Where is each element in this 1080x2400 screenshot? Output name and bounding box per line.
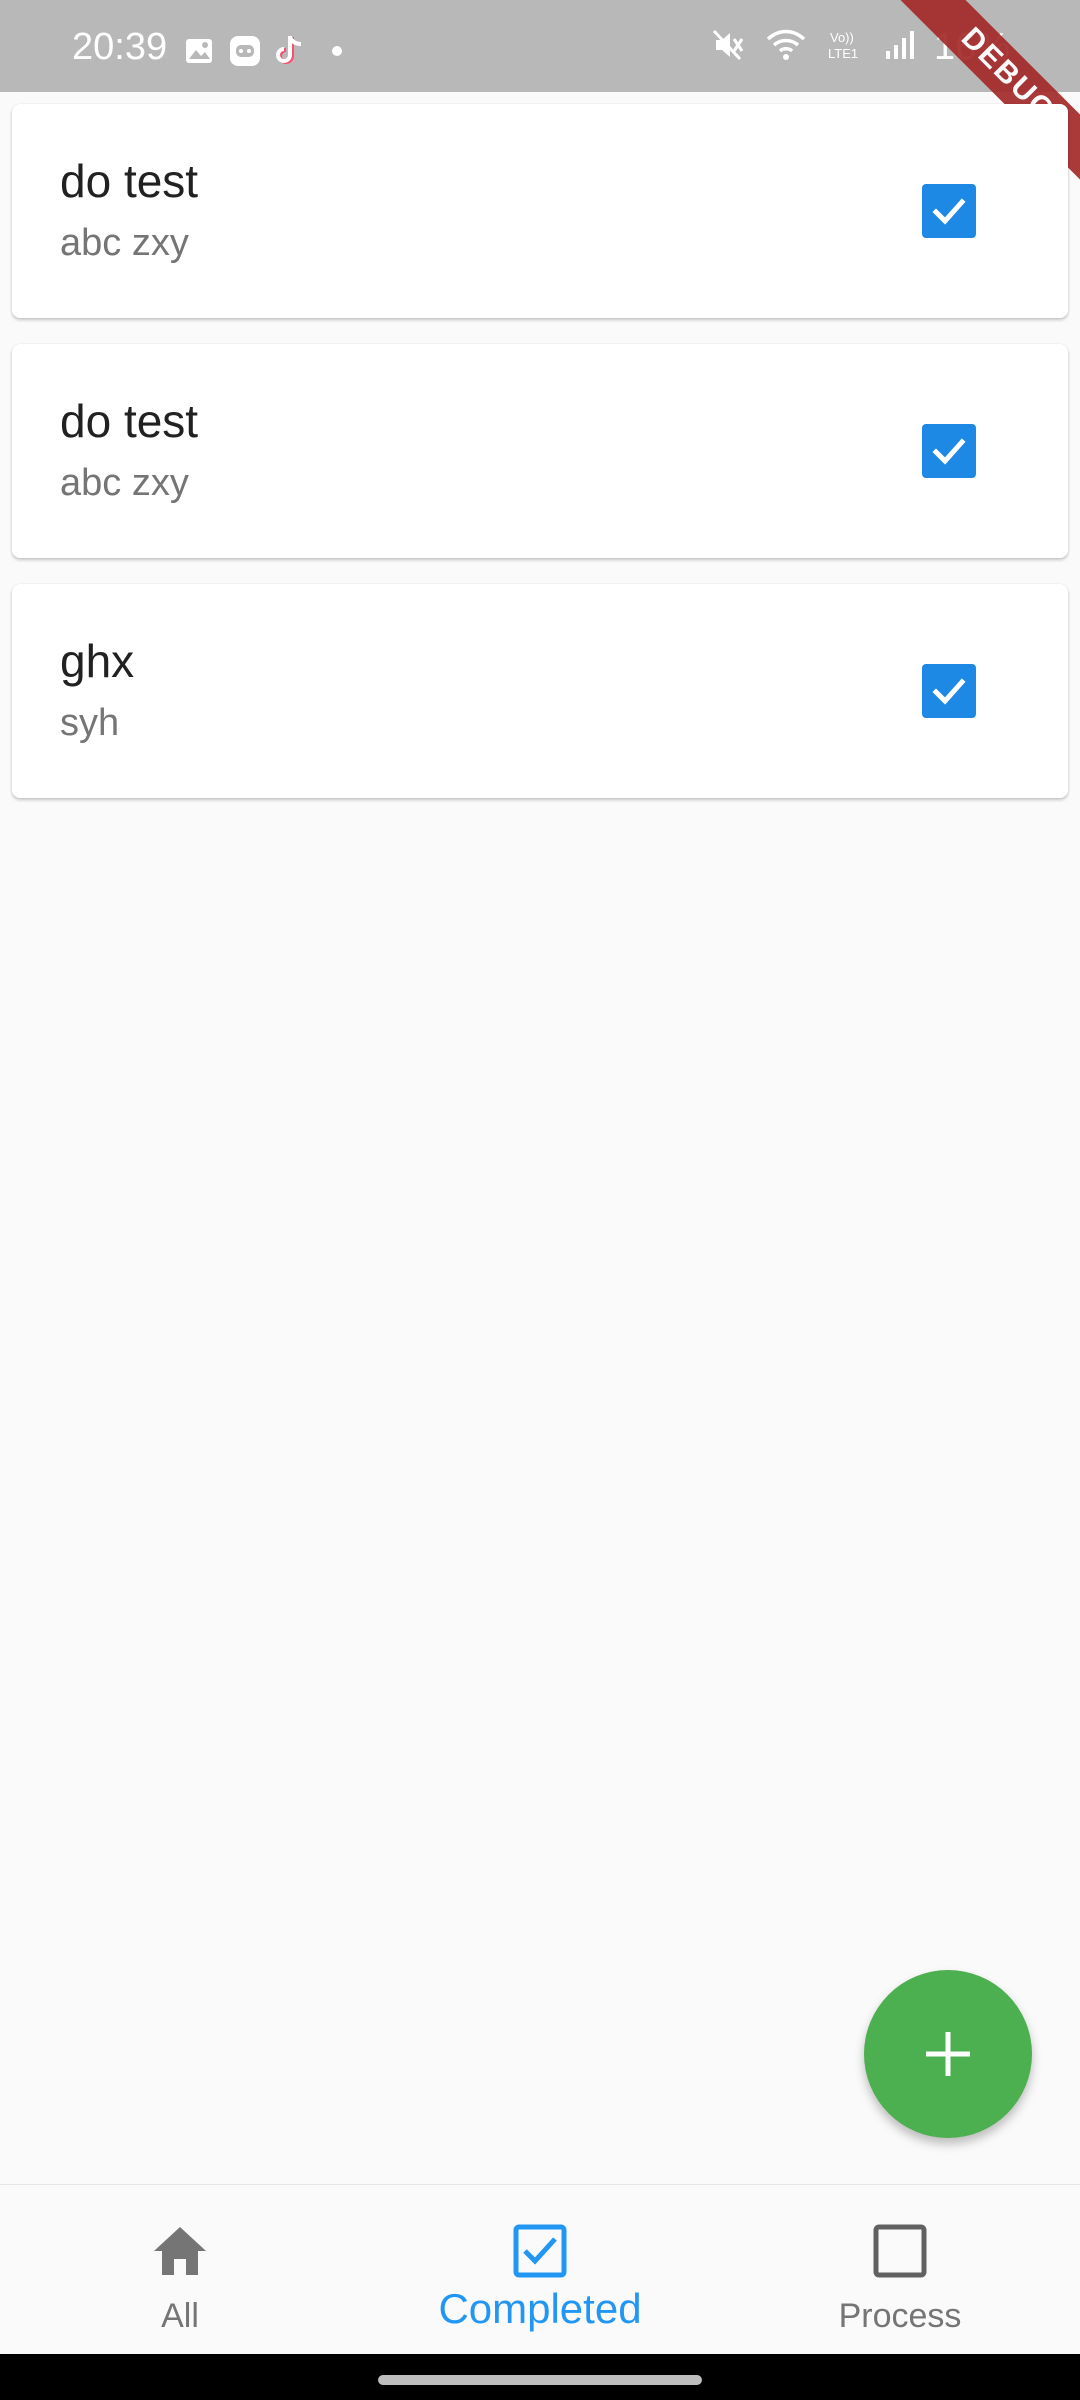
- nav-item-process[interactable]: Process: [720, 2185, 1080, 2355]
- add-todo-button[interactable]: [864, 1970, 1032, 2138]
- wifi-icon: [764, 27, 808, 68]
- nav-item-all[interactable]: All: [0, 2185, 360, 2355]
- nav-label-completed: Completed: [438, 2285, 642, 2332]
- notification-icons: [184, 34, 352, 73]
- plus-icon: [926, 2032, 970, 2076]
- system-navigation-bar: [0, 2354, 1080, 2400]
- svg-text:LTE1: LTE1: [828, 46, 858, 61]
- todo-card[interactable]: do test abc zxy: [12, 344, 1068, 558]
- home-gesture-handle[interactable]: [378, 2375, 702, 2385]
- todo-title: do test: [60, 155, 199, 207]
- todo-checkbox[interactable]: [922, 184, 976, 238]
- volte-icon: Vo)) LTE1: [826, 27, 866, 68]
- home-icon: [150, 2221, 210, 2281]
- checkbox-empty-icon: [870, 2221, 930, 2281]
- svg-text:Vo)): Vo)): [830, 30, 854, 45]
- tiktok-icon: [276, 34, 308, 73]
- status-time: 20:39: [72, 26, 168, 68]
- check-icon: [932, 438, 966, 465]
- todo-title: ghx: [60, 635, 135, 687]
- signal-icon: [884, 29, 916, 66]
- check-icon: [932, 198, 966, 225]
- gallery-icon: [184, 36, 214, 71]
- todo-subtitle: syh: [60, 702, 120, 744]
- todo-subtitle: abc zxy: [60, 462, 189, 504]
- todo-checkbox[interactable]: [922, 424, 976, 478]
- todo-card[interactable]: do test abc zxy: [12, 104, 1068, 318]
- nav-label-all: All: [161, 2297, 199, 2335]
- check-icon: [932, 678, 966, 705]
- todo-app-screen: 20:39 Vo)) LTE1 DEBUG do test abc zxy do…: [0, 0, 1080, 2400]
- bot-icon: [228, 34, 262, 73]
- dot-icon: [322, 41, 352, 66]
- bottom-navigation: All Completed Process: [0, 2184, 1080, 2354]
- todo-title: do test: [60, 395, 199, 447]
- checkbox-checked-icon: [510, 2221, 570, 2281]
- todo-checkbox[interactable]: [922, 664, 976, 718]
- todo-subtitle: abc zxy: [60, 222, 189, 264]
- mute-icon: [710, 27, 746, 68]
- todo-card[interactable]: ghx syh: [12, 584, 1068, 798]
- nav-label-process: Process: [838, 2297, 962, 2335]
- nav-item-completed[interactable]: Completed: [360, 2185, 720, 2355]
- todo-list: do test abc zxy do test abc zxy ghx syh: [12, 104, 1068, 824]
